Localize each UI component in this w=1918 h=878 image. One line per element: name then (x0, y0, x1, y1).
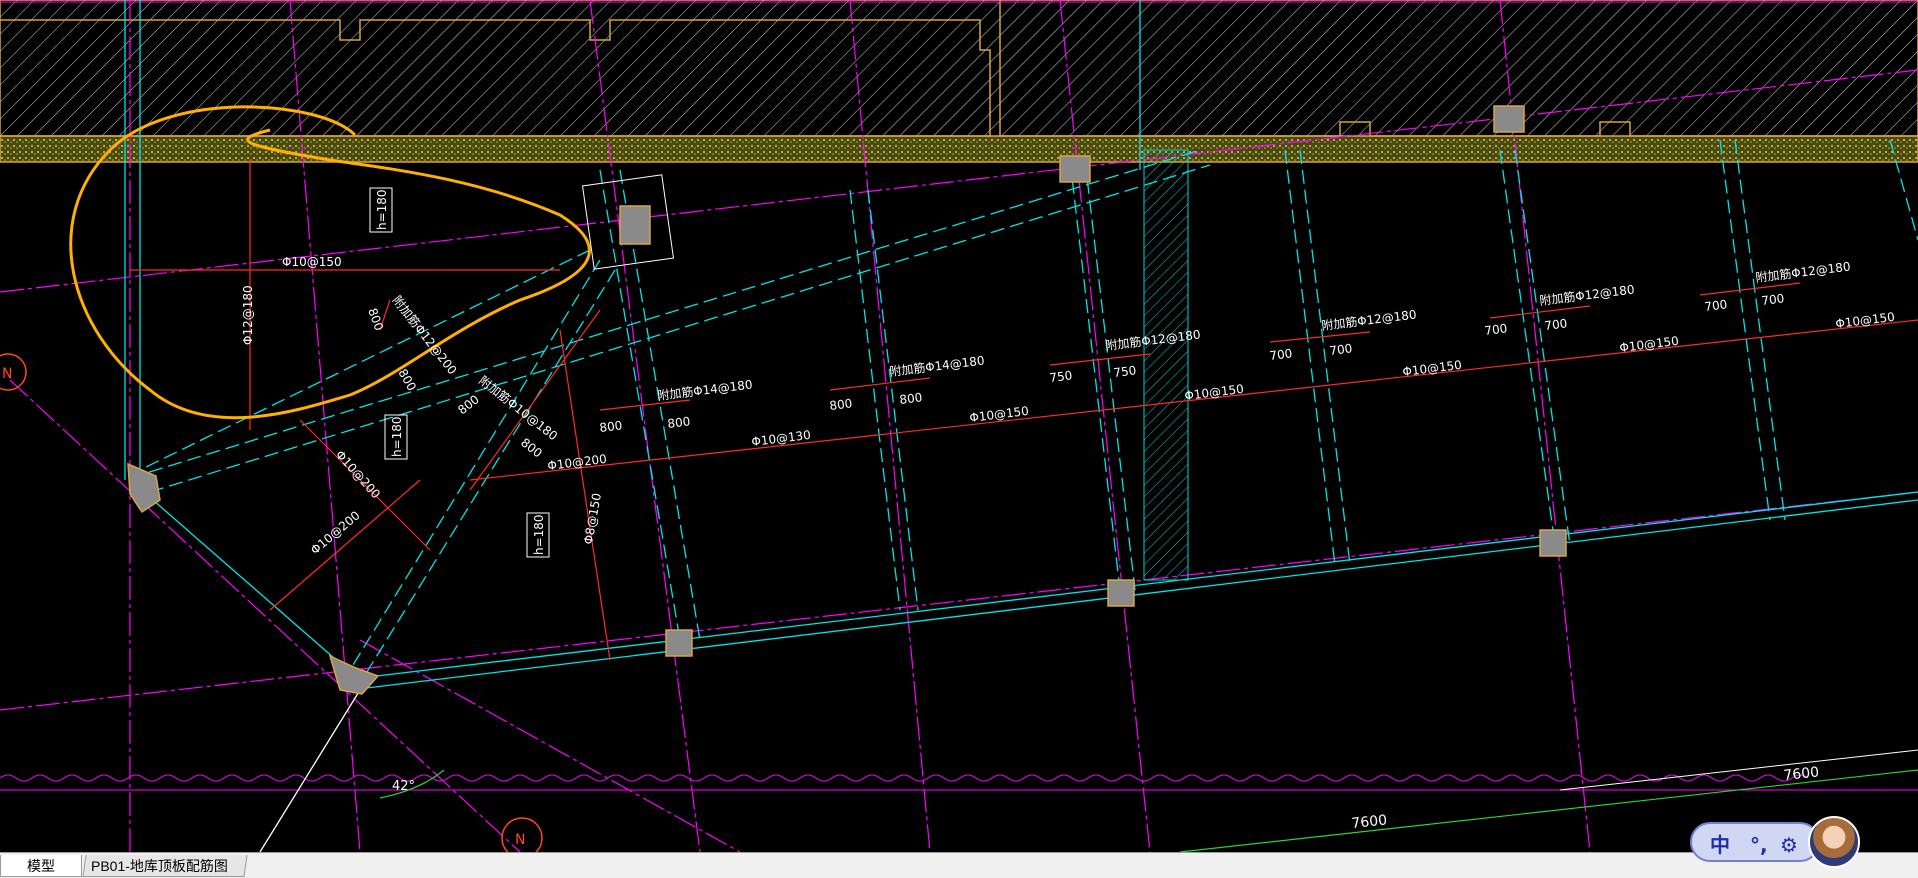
dimension-number: 750 (1113, 363, 1137, 380)
rebar-label: Φ12@180 (241, 285, 255, 345)
rebar-label: 附加筋Φ12@180 (1755, 258, 1852, 285)
ime-punctuation-toggle[interactable]: °, (1750, 834, 1768, 856)
rebar-label: Φ10@200 (547, 452, 608, 473)
column (1493, 105, 1525, 133)
dimension-number: 700 (1704, 297, 1728, 314)
dimension-number: 800 (365, 306, 386, 332)
dimension-number: 800 (395, 367, 419, 394)
dimension-number: 700 (1484, 321, 1508, 338)
dimension-number: 700 (1544, 316, 1568, 333)
dimension-number: 700 (1269, 346, 1293, 363)
ime-pill[interactable]: 中 °, ⚙ (1690, 822, 1820, 862)
column (1539, 529, 1567, 557)
rebar-label: Φ8@150 (581, 492, 604, 546)
column (328, 654, 380, 695)
layout-tab-bar: 模型 PB01-地库顶板配筋图 (0, 852, 1918, 878)
h180-tag: h=180 (375, 189, 389, 230)
h180-tag: h=180 (532, 514, 546, 555)
dimension-number: 800 (667, 414, 691, 431)
cad-drawing-canvas[interactable]: N N h=180 h=180 h=180 Φ10@150 Φ12@180 附加… (0, 0, 1918, 852)
ime-language-toggle[interactable]: 中 (1710, 834, 1730, 856)
column (127, 462, 161, 514)
rebar-label: Φ10@200 (333, 448, 383, 502)
rebar-labels: Φ10@150 Φ12@180 附加筋Φ12@200 附加筋Φ10@180 Φ1… (241, 255, 1896, 557)
tab-model[interactable]: 模型 (0, 855, 82, 877)
hatched-beam-strip (1143, 149, 1189, 581)
rebar-label: Φ10@150 (1184, 382, 1245, 403)
rebar-label: 附加筋Φ12@180 (1321, 306, 1418, 333)
tab-layout-pb01[interactable]: PB01-地库顶板配筋图 (82, 855, 248, 877)
dimension-number: 750 (1049, 368, 1073, 385)
dimension-number: 800 (829, 396, 853, 413)
rebar-label: Φ10@150 (1835, 310, 1896, 331)
rebar-label: 附加筋Φ12@200 (390, 293, 461, 378)
rebar-label: Φ10@150 (1402, 358, 1463, 379)
h180-tag: h=180 (390, 416, 404, 457)
dimension-number: 800 (599, 418, 623, 435)
rebar-label: 附加筋Φ14@180 (657, 376, 754, 403)
svg-text:N: N (515, 832, 525, 848)
column (619, 205, 651, 245)
column (1107, 579, 1135, 607)
tab-layout-label: PB01-地库顶板配筋图 (91, 858, 228, 874)
rebar-label: 附加筋Φ12@180 (1539, 281, 1636, 308)
dimension-number: 800 (518, 435, 545, 460)
wall-band (0, 0, 1918, 163)
rebar-label: 附加筋Φ14@180 (889, 352, 986, 379)
ime-toolbar[interactable]: 中 °, ⚙ (1690, 816, 1860, 868)
column (665, 629, 693, 657)
rebar-label: Φ10@150 (282, 255, 342, 269)
column (1059, 155, 1091, 183)
dimension-number: 700 (1761, 291, 1785, 308)
ime-avatar[interactable] (1808, 816, 1860, 868)
dimension-number: 700 (1329, 341, 1353, 358)
dimension-numbers: 800 800 800 800 800 800 800 800 750 750 … (365, 291, 1820, 832)
dimension-number: 800 (899, 390, 923, 407)
rebar-label: 附加筋Φ10@180 (476, 373, 561, 444)
ime-settings-icon[interactable]: ⚙ (1780, 834, 1798, 856)
svg-text:N: N (2, 366, 12, 382)
rebar-label: Φ10@150 (1619, 334, 1680, 355)
